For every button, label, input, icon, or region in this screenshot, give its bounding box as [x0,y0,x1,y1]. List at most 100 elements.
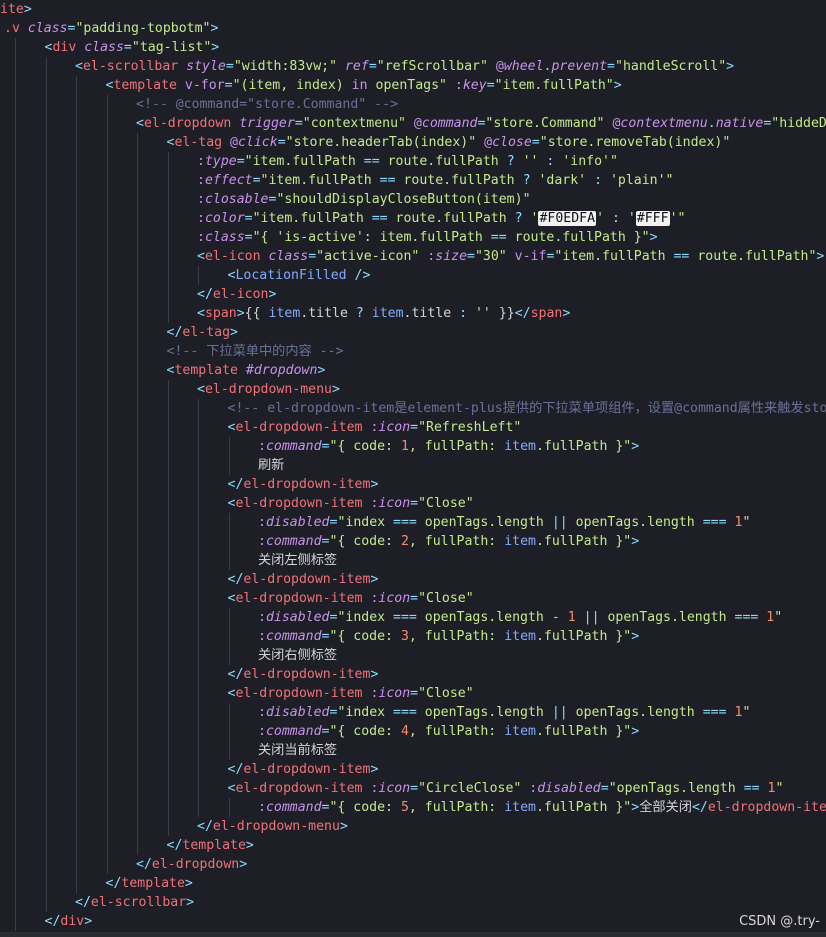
indent-guide [137,608,138,627]
code-line[interactable]: 刷新 [0,456,284,475]
indent-guide [76,342,77,361]
code-token: openTags.length [416,610,552,625]
code-line[interactable]: </el-scrollbar> [0,893,194,912]
code-line[interactable]: <!-- 下拉菜单中的内容 --> [0,342,343,361]
indent-guide [106,551,108,570]
indent-guide [76,361,77,380]
code-line[interactable]: <span>{{ item.title ? item.title : '' }}… [0,304,570,323]
code-line[interactable]: </el-dropdown-item> [0,665,378,684]
code-line[interactable]: ite> [0,0,32,19]
indent-guide [198,513,199,532]
code-line[interactable]: <el-tag @click="store.headerTab(index)" … [0,133,730,152]
code-line[interactable]: 关闭左侧标签 [0,551,337,570]
horizontal-scrollbar[interactable] [0,932,826,937]
code-line[interactable]: </el-dropdown-item> [0,760,378,779]
code-line[interactable]: <!-- @command="store.Command" --> [0,95,398,114]
code-token: dropdown [253,363,318,378]
code-line[interactable]: :command="{ code: 1, fullPath: item.full… [0,437,639,456]
indent-guide [106,684,108,703]
code-line[interactable]: :effect="item.fullPath == route.fullPath… [0,171,673,190]
code-token: "{ code: [329,534,401,549]
code-token: > [816,249,825,264]
code-token: command [265,534,322,549]
code-line[interactable]: </template> [0,836,254,855]
indent-guide [45,152,47,171]
code-line[interactable]: <el-icon class="active-icon" :size="30" … [0,247,824,266]
code-line[interactable]: <el-scrollbar style="width:83vw;" ref="r… [0,57,734,76]
code-token: : [258,534,266,549]
code-line[interactable]: :command="{ code: 4, fullPath: item.full… [0,722,639,741]
code-token: 2 [400,534,409,549]
indent-guide [15,114,16,133]
code-line[interactable]: </el-dropdown> [0,855,247,874]
code-line[interactable]: <el-dropdown-item :icon="Close" [0,494,474,513]
indent-guide [76,266,77,285]
code-line[interactable]: </el-dropdown-menu> [0,817,348,836]
indent-guide [106,190,108,209]
code-line[interactable]: :disabled="index === openTags.length || … [0,513,750,532]
code-line[interactable]: :type="item.fullPath == route.fullPath ?… [0,152,618,171]
indent-guide [15,646,16,665]
indent-guide [106,760,108,779]
indent-guide [45,893,47,912]
code-token: > [230,325,238,340]
code-token: = [277,135,286,150]
code-line[interactable]: <el-dropdown-item :icon="Close" [0,589,474,608]
code-line[interactable]: </el-tag> [0,323,238,342]
indent-guide [106,285,108,304]
indent-guide [45,779,47,798]
code-token: , fullPath: [408,439,505,454]
indent-guide [198,418,199,437]
code-line[interactable]: <el-dropdown-menu> [0,380,340,399]
code-token: LocationFilled [235,268,347,283]
code-line[interactable]: :closable="shouldDisplayCloseButton(item… [0,190,531,209]
code-line[interactable]: <el-dropdown-item :icon="CircleClose" :d… [0,779,783,798]
code-line[interactable]: :command="{ code: 5, fullPath: item.full… [0,798,826,817]
code-token: = [123,40,132,55]
code-line[interactable]: <template #dropdown> [0,361,325,380]
code-line[interactable]: 关闭右侧标签 [0,646,337,665]
code-line[interactable]: </el-dropdown-item> [0,570,378,589]
code-line[interactable]: :class="{ 'is-active': item.fullPath == … [0,228,658,247]
indent-guide [76,209,77,228]
code-line[interactable]: :color="item.fullPath == route.fullPath … [0,209,685,228]
code-token: el-tag [182,325,231,340]
indent-guide [167,247,169,266]
code-token: ? [514,211,523,226]
indent-guide [76,76,77,95]
code-token: : [258,705,266,720]
code-line[interactable]: <LocationFilled /> [0,266,370,285]
code-token: </ [227,477,244,492]
indent-guide [167,646,169,665]
code-line[interactable]: <el-dropdown trigger="contextmenu" @comm… [0,114,826,133]
code-line[interactable]: :disabled="index === openTags.length - 1… [0,608,782,627]
code-line[interactable]: </el-dropdown-item> [0,475,378,494]
code-token: , fullPath: [408,534,505,549]
code-line[interactable]: </div> [0,912,92,931]
code-line[interactable]: .v class="padding-topbotm"> [0,19,218,38]
code-line[interactable]: <el-dropdown-item :icon="RefreshLeft" [0,418,521,437]
code-line[interactable]: </template> [0,874,193,893]
indent-guide [198,551,199,570]
indent-guide [228,551,230,570]
code-line[interactable]: <el-dropdown-item :icon="Close" [0,684,474,703]
code-line[interactable]: 关闭当前标签 [0,741,337,760]
code-line[interactable]: <!-- el-dropdown-item是element-plus提供的下拉菜… [0,399,826,418]
code-line[interactable]: <template v-for="(item, index) in openTa… [0,76,622,95]
code-token: || [551,515,568,530]
code-line[interactable]: </el-icon> [0,285,276,304]
indent-guide [45,494,47,513]
code-token: "store.removeTab(index)" [539,135,731,150]
code-token: "item.fullPath [260,173,380,188]
code-line[interactable]: :command="{ code: 2, fullPath: item.full… [0,532,639,551]
code-line[interactable]: :disabled="index === openTags.length || … [0,703,750,722]
code-token: command [265,629,322,644]
code-editor[interactable]: ite> .v class="padding-topbotm"> <div clas… [0,0,826,937]
indent-guide [137,703,138,722]
code-token: key [462,78,487,93]
code-token: </ [227,667,244,682]
indent-guide [198,684,199,703]
code-line[interactable]: <div class="tag-list"> [0,38,219,57]
code-line[interactable]: :command="{ code: 3, fullPath: item.full… [0,627,639,646]
